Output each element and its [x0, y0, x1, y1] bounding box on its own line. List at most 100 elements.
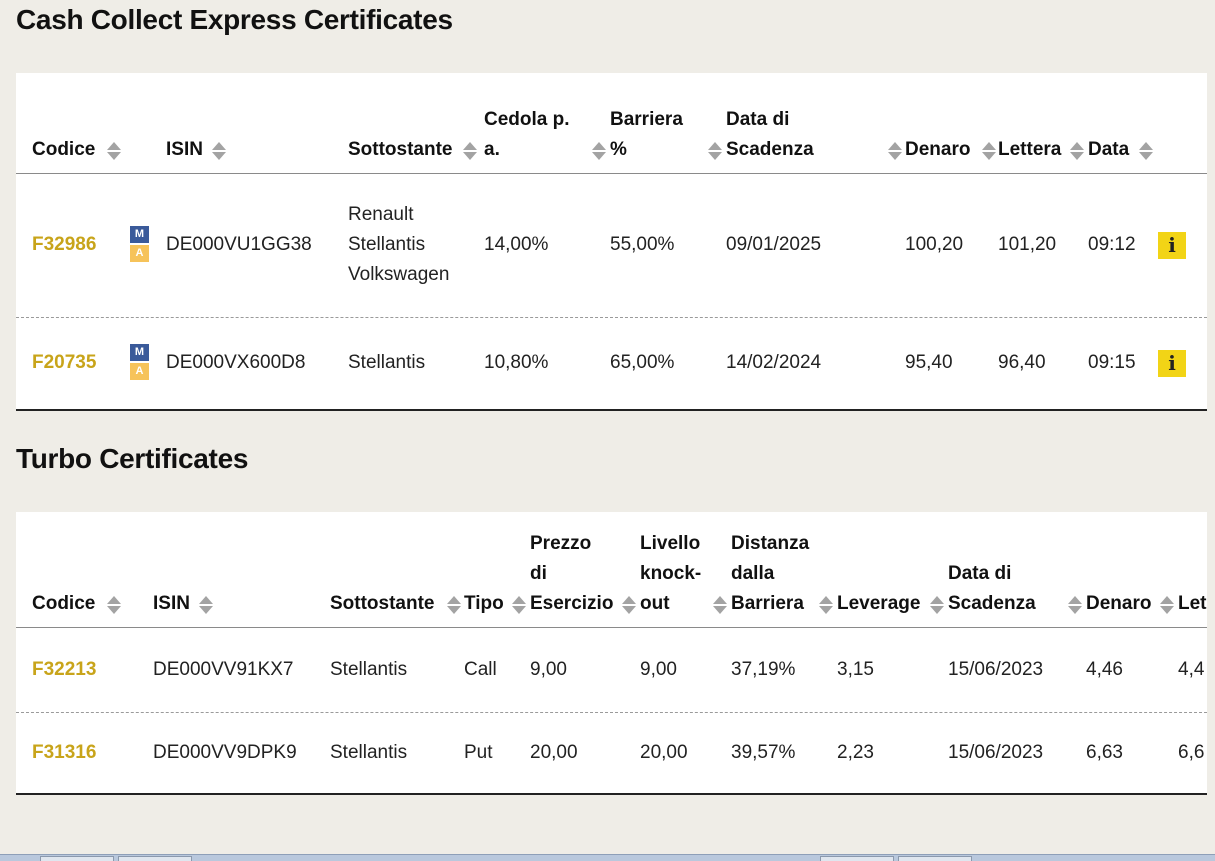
sort-codice-icon[interactable] [107, 595, 121, 615]
barrier-distance-value: 39,57% [731, 742, 796, 763]
barrier-value: 65,00% [610, 352, 675, 373]
product-code-link[interactable]: F20735 [32, 348, 96, 378]
column-header-codice[interactable]: Codice [32, 135, 95, 165]
column-header-scadenza-line2[interactable]: Scadenza [948, 589, 1036, 619]
column-header-barriera-line1[interactable]: Barriera [610, 105, 683, 135]
time-value: 09:12 [1088, 234, 1136, 255]
product-code-link[interactable]: F32213 [32, 655, 96, 685]
market-m-icon: M [130, 226, 149, 243]
column-header-prezzo-line2[interactable]: di [530, 559, 547, 589]
ask-value: 96,40 [998, 352, 1046, 373]
header-divider [16, 627, 1207, 628]
coupon-value: 10,80% [484, 352, 549, 373]
column-header-knockout-line3[interactable]: out [640, 589, 670, 619]
sort-distanza-icon[interactable] [819, 595, 833, 615]
sort-barriera-icon[interactable] [708, 141, 722, 161]
column-header-scadenza-line1[interactable]: Data di [948, 559, 1011, 589]
column-header-denaro[interactable]: Denaro [905, 135, 970, 165]
column-header-tipo[interactable]: Tipo [464, 589, 504, 619]
leverage-value: 2,23 [837, 742, 874, 763]
coupon-value: 14,00% [484, 234, 549, 255]
sort-denaro-icon[interactable] [982, 141, 996, 161]
column-header-cedola-line2[interactable]: a. [484, 135, 500, 165]
column-header-denaro[interactable]: Denaro [1086, 589, 1151, 619]
column-header-knockout-line1[interactable]: Livello [640, 529, 700, 559]
column-header-scadenza-line1[interactable]: Data di [726, 105, 789, 135]
column-header-leverage[interactable]: Leverage [837, 589, 920, 619]
sort-tipo-icon[interactable] [512, 595, 526, 615]
ask-value: 101,20 [998, 234, 1057, 255]
underlying-value: Stellantis [348, 234, 426, 255]
info-icon[interactable]: i [1158, 350, 1186, 377]
column-header-scadenza-line2[interactable]: Scadenza [726, 135, 814, 165]
column-header-distanza-line2[interactable]: dalla [731, 559, 774, 589]
cash-collect-table: Codice ISIN Sottostante Cedola p. a. Bar… [16, 73, 1207, 411]
type-value: Call [464, 659, 497, 680]
sort-sottostante-icon[interactable] [463, 141, 477, 161]
leverage-value: 3,15 [837, 659, 874, 680]
column-header-data[interactable]: Data [1088, 135, 1129, 165]
market-badge: M A [130, 344, 149, 380]
taskbar-button[interactable] [40, 856, 114, 861]
sort-prezzo-icon[interactable] [622, 595, 636, 615]
column-header-barriera-line2[interactable]: % [610, 135, 627, 165]
column-header-lettera[interactable]: Let [1178, 589, 1207, 619]
info-icon[interactable]: i [1158, 232, 1186, 259]
isin-value: DE000VV91KX7 [153, 659, 294, 680]
isin-value: DE000VU1GG38 [166, 234, 312, 255]
sort-scadenza-icon[interactable] [888, 141, 902, 161]
column-header-sottostante[interactable]: Sottostante [348, 135, 453, 165]
underlying-value: Stellantis [348, 352, 426, 373]
maturity-date-value: 15/06/2023 [948, 742, 1044, 763]
column-header-isin[interactable]: ISIN [153, 589, 190, 619]
bid-value: 95,40 [905, 352, 953, 373]
column-header-codice[interactable]: Codice [32, 589, 95, 619]
time-value: 09:15 [1088, 352, 1136, 373]
sort-lettera-icon[interactable] [1070, 141, 1084, 161]
column-header-knockout-line2[interactable]: knock- [640, 559, 701, 589]
column-header-prezzo-line1[interactable]: Prezzo [530, 529, 591, 559]
sort-data-icon[interactable] [1139, 141, 1153, 161]
column-header-sottostante[interactable]: Sottostante [330, 589, 435, 619]
taskbar-button[interactable] [898, 856, 972, 861]
underlying-value: Stellantis [330, 742, 408, 763]
maturity-date-value: 15/06/2023 [948, 659, 1044, 680]
barrier-value: 55,00% [610, 234, 675, 255]
bid-value: 4,46 [1086, 659, 1123, 680]
knockout-value: 20,00 [640, 742, 688, 763]
column-header-distanza-line3[interactable]: Barriera [731, 589, 804, 619]
section-title-cash-collect: Cash Collect Express Certificates [16, 4, 453, 35]
maturity-date-value: 14/02/2024 [726, 352, 822, 373]
sort-isin-icon[interactable] [212, 141, 226, 161]
column-header-isin[interactable]: ISIN [166, 135, 203, 165]
type-value: Put [464, 742, 493, 763]
product-code-link[interactable]: F31316 [32, 738, 96, 768]
sort-leverage-icon[interactable] [930, 595, 944, 615]
barrier-distance-value: 37,19% [731, 659, 796, 680]
sort-cedola-icon[interactable] [592, 141, 606, 161]
taskbar-button[interactable] [820, 856, 894, 861]
column-header-cedola-line1[interactable]: Cedola p. [484, 105, 570, 135]
ask-value: 4,4 [1178, 659, 1205, 680]
sort-scadenza-icon[interactable] [1068, 595, 1082, 615]
sort-sottostante-icon[interactable] [447, 595, 461, 615]
sort-knockout-icon[interactable] [713, 595, 727, 615]
sort-denaro-icon[interactable] [1160, 595, 1174, 615]
column-header-prezzo-line3[interactable]: Esercizio [530, 589, 613, 619]
knockout-value: 9,00 [640, 659, 677, 680]
underlying-value: Stellantis [330, 659, 408, 680]
column-header-distanza-line1[interactable]: Distanza [731, 529, 809, 559]
isin-value: DE000VV9DPK9 [153, 742, 297, 763]
taskbar-button[interactable] [118, 856, 192, 861]
strike-value: 20,00 [530, 742, 578, 763]
column-header-lettera[interactable]: Lettera [998, 135, 1061, 165]
underlying-value: Renault [348, 204, 414, 225]
market-m-icon: M [130, 344, 149, 361]
strike-value: 9,00 [530, 659, 567, 680]
ask-value: 6,6 [1178, 742, 1205, 763]
bid-value: 100,20 [905, 234, 964, 255]
sort-isin-icon[interactable] [199, 595, 213, 615]
section-title-turbo: Turbo Certificates [16, 443, 249, 474]
product-code-link[interactable]: F32986 [32, 230, 96, 260]
sort-codice-icon[interactable] [107, 141, 121, 161]
